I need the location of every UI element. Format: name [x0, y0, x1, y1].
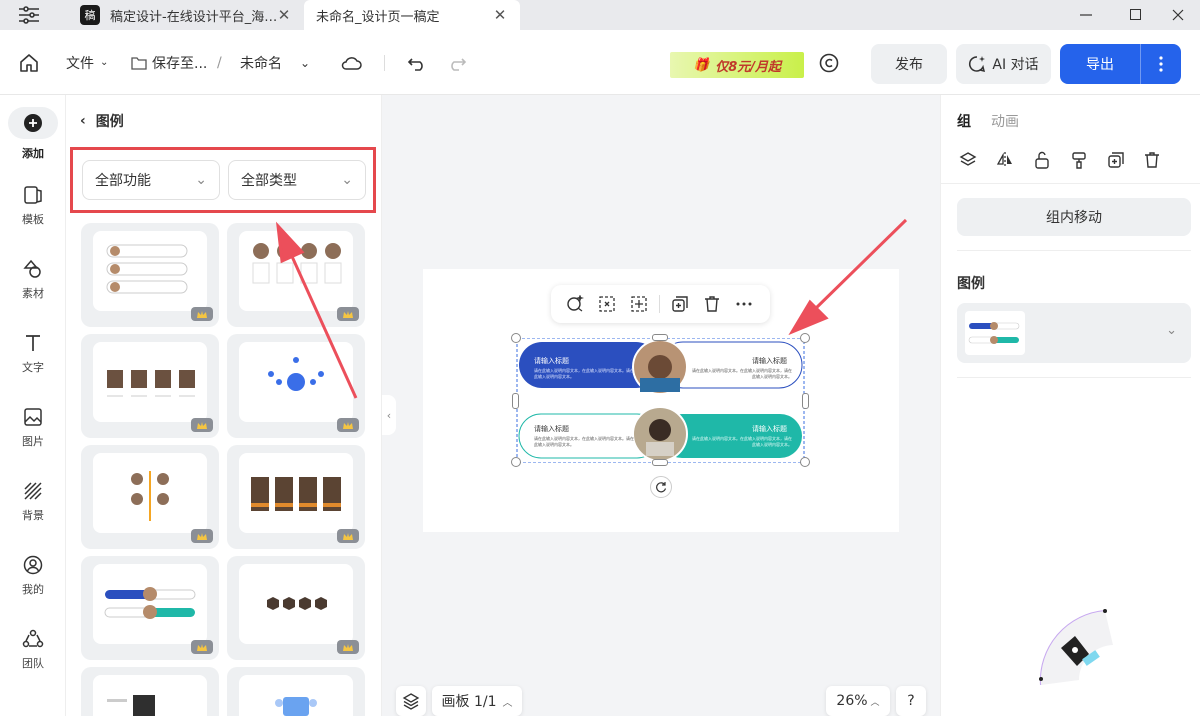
divider: [957, 377, 1191, 378]
artboard-label: 画板 1/1: [441, 694, 497, 710]
divider: [957, 250, 1191, 251]
pen-tool-illustration: [1039, 609, 1113, 686]
delete-icon[interactable]: [1141, 149, 1163, 171]
help-button[interactable]: ?: [896, 686, 926, 716]
zoom-control[interactable]: 26% ︿: [826, 686, 890, 716]
format-painter-icon[interactable]: [1068, 149, 1090, 171]
tab-animation[interactable]: 动画: [991, 111, 1019, 131]
flip-icon[interactable]: [994, 149, 1016, 171]
layers-icon[interactable]: [396, 686, 426, 716]
layers-icon[interactable]: [957, 149, 979, 171]
zoom-value: 26%: [836, 693, 868, 709]
divider: [941, 183, 1200, 184]
chevron-down-icon: ⌄: [1166, 323, 1177, 338]
legend-section-title: 图例: [957, 276, 985, 292]
chevron-up-icon: ︿: [870, 697, 880, 708]
artboard-selector[interactable]: 画板 1/1 ︿: [432, 686, 522, 716]
legend-style-selector[interactable]: ⌄: [957, 303, 1191, 363]
properties-panel: 组 动画 组内移动 图例 ⌄: [940, 95, 1200, 716]
move-in-group-button[interactable]: 组内移动: [957, 198, 1191, 236]
chevron-up-icon: ︿: [502, 697, 513, 709]
legend-preview-thumbnail: [965, 311, 1025, 355]
tab-group[interactable]: 组: [957, 111, 971, 131]
unlock-icon[interactable]: [1031, 149, 1053, 171]
duplicate-icon[interactable]: [1105, 149, 1127, 171]
